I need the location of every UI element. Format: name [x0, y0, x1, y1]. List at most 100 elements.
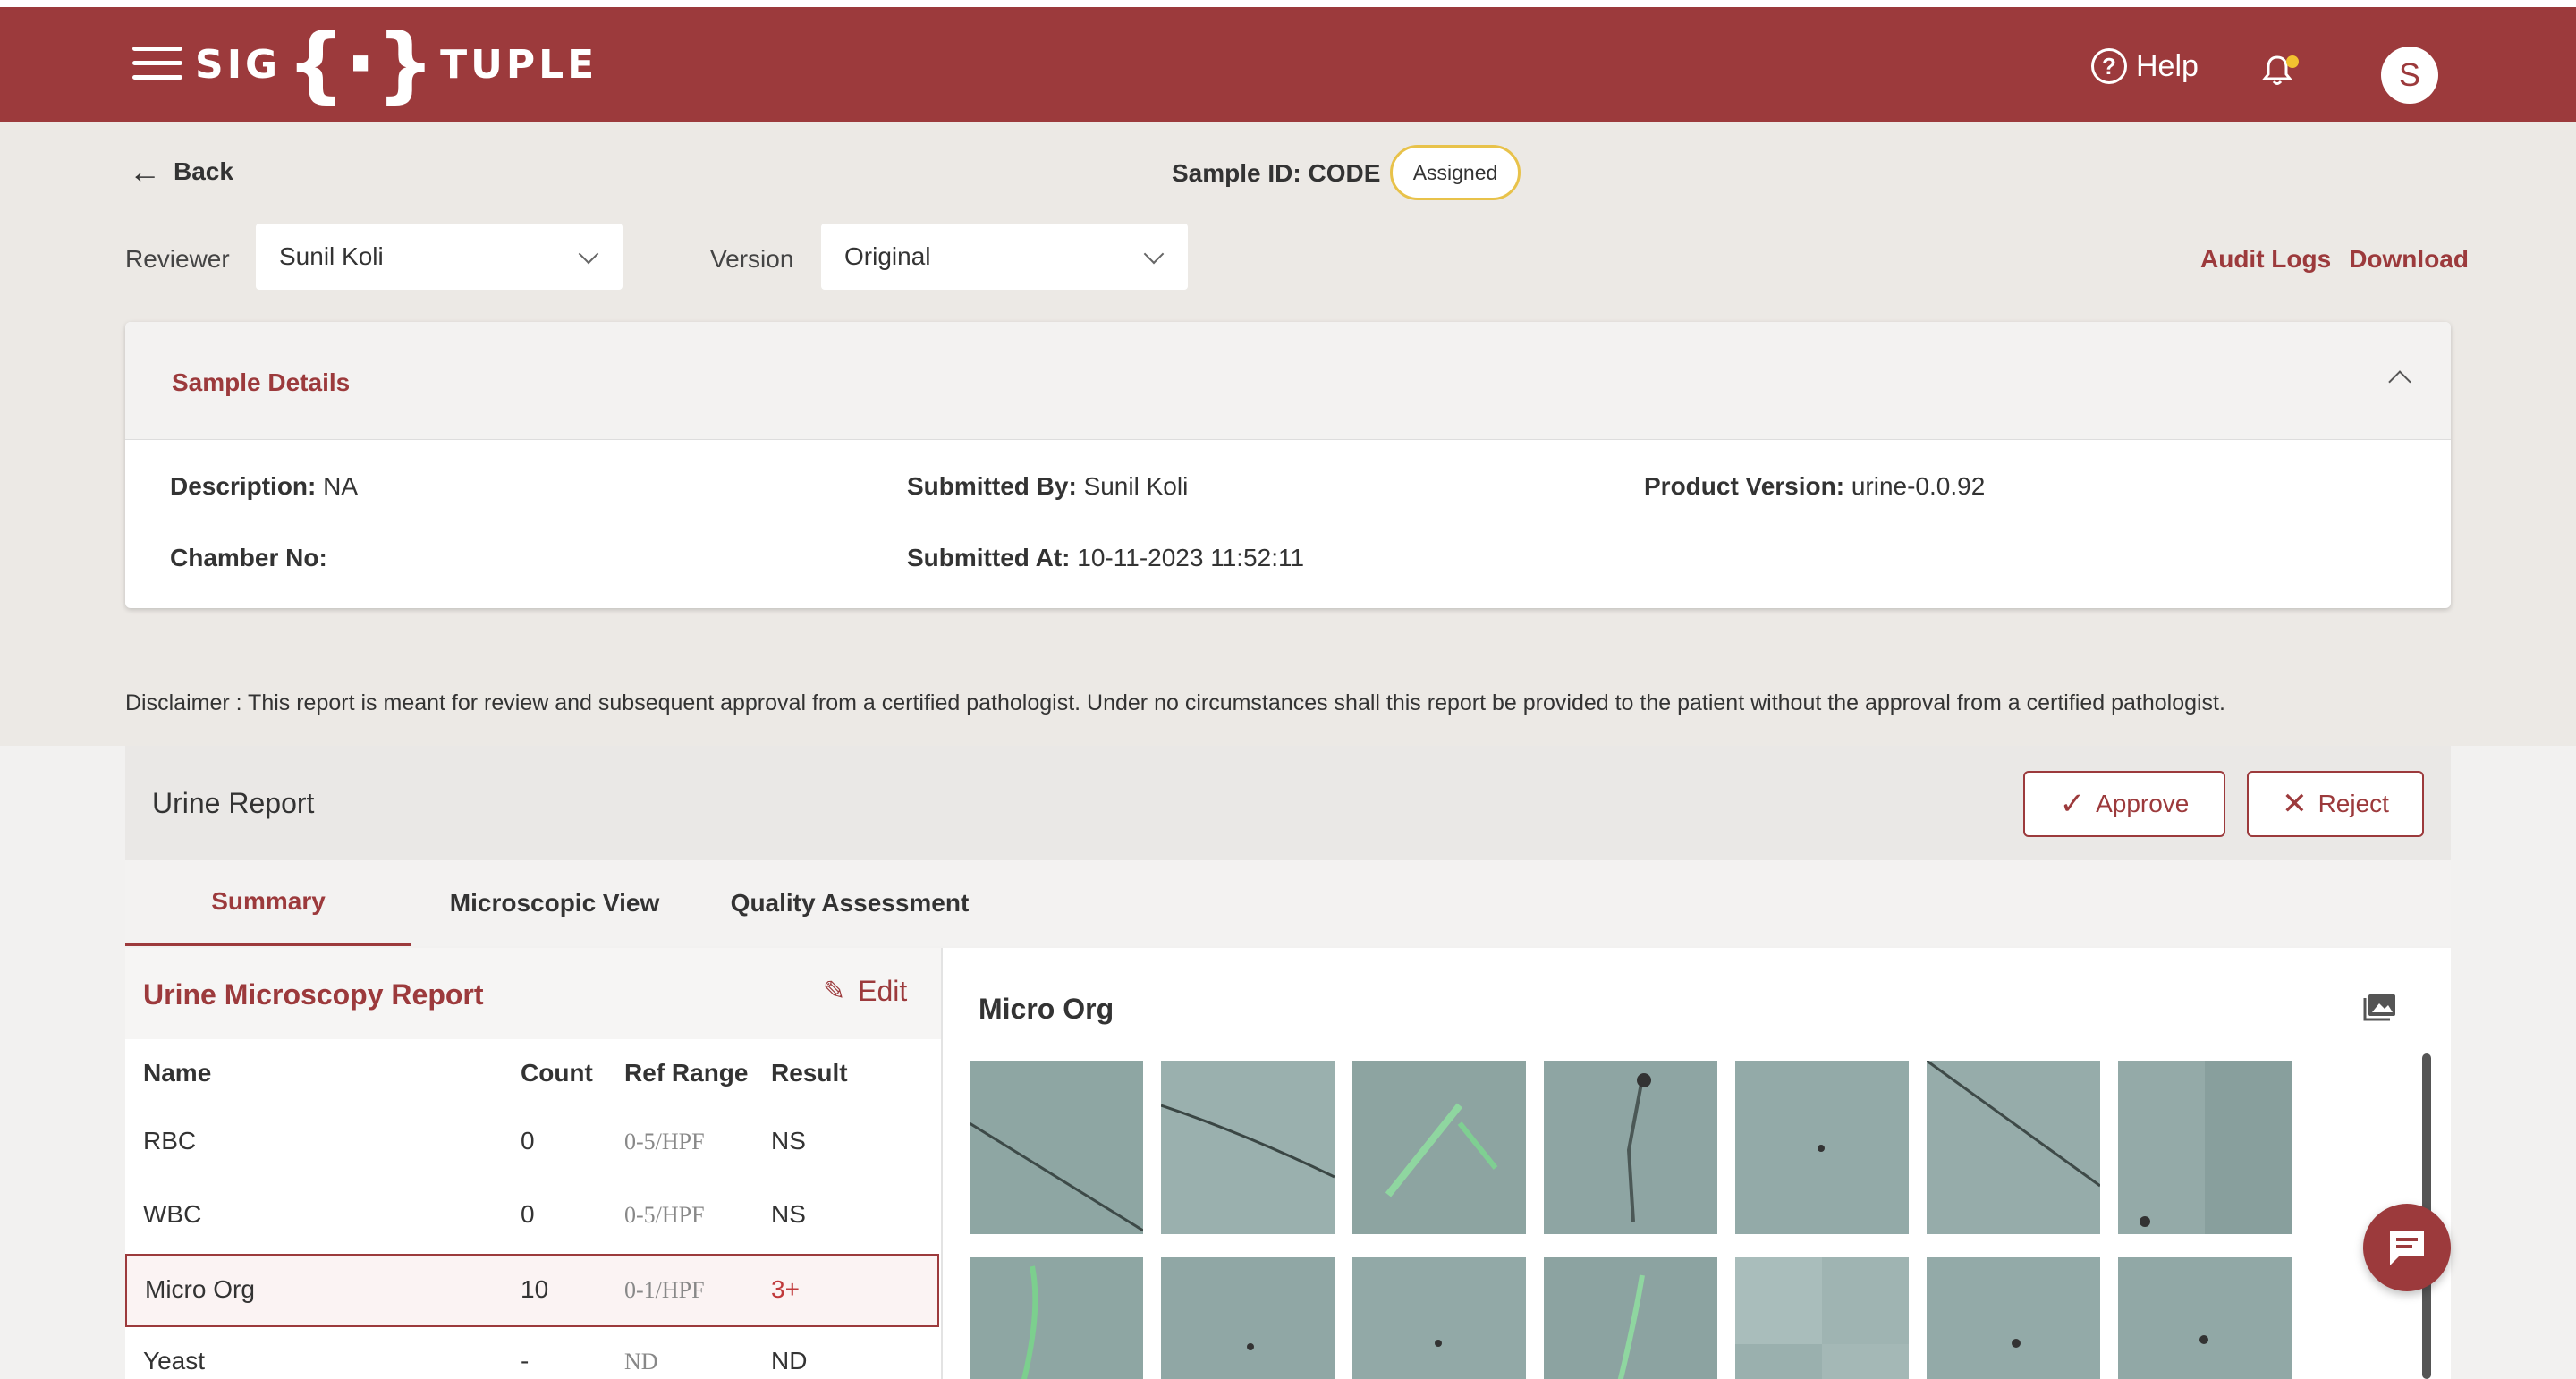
row-count: -	[521, 1347, 530, 1375]
submitted-by-value: Sunil Koli	[1083, 472, 1189, 500]
cell-image-thumbnail[interactable]	[1544, 1257, 1717, 1379]
edit-label: Edit	[858, 975, 908, 1007]
edit-button[interactable]: ✎ Edit	[823, 975, 907, 1008]
table-row-selected[interactable]: Micro Org 10 0-1/HPF 3+	[125, 1254, 939, 1327]
chat-button[interactable]	[2363, 1204, 2451, 1291]
version-value: Original	[844, 242, 931, 270]
menu-icon[interactable]	[132, 47, 182, 82]
row-ref-range: 0-5/HPF	[624, 1202, 705, 1228]
check-icon: ✓	[2059, 787, 2086, 821]
table-row[interactable]: RBC 0 0-5/HPF NS	[125, 1107, 941, 1180]
approve-label: Approve	[2096, 790, 2190, 817]
product-version-label: Product Version:	[1644, 472, 1845, 500]
chevron-down-icon	[1143, 243, 1165, 265]
reject-button[interactable]: ✕ Reject	[2247, 771, 2424, 837]
tab-summary[interactable]: Summary	[125, 860, 411, 946]
image-gallery-icon[interactable]	[2363, 993, 2397, 1021]
gallery-title: Micro Org	[979, 993, 1114, 1025]
description-value: NA	[323, 472, 359, 500]
cell-image-thumbnail[interactable]	[1161, 1061, 1335, 1234]
audit-logs-link[interactable]: Audit Logs	[2200, 245, 2331, 274]
product-version-row: Product Version: urine-0.0.92	[1644, 472, 1985, 501]
submitted-at-label: Submitted At:	[907, 544, 1071, 571]
cell-image-thumbnail[interactable]	[1927, 1257, 2100, 1379]
cell-image-thumbnail[interactable]	[1161, 1257, 1335, 1379]
version-select[interactable]: Original	[821, 224, 1188, 290]
description-label: Description:	[170, 472, 317, 500]
avatar[interactable]: S	[2381, 47, 2438, 104]
back-label: Back	[174, 157, 233, 185]
chevron-down-icon	[578, 243, 599, 265]
brand-left: SIG	[195, 41, 282, 88]
brand-mark-icon: {·}	[286, 16, 436, 112]
cell-image-thumbnail[interactable]	[2118, 1257, 2292, 1379]
cell-image-thumbnail[interactable]	[1735, 1257, 1909, 1379]
product-version-value: urine-0.0.92	[1851, 472, 1986, 500]
close-icon: ✕	[2282, 787, 2308, 821]
navbar: SIG {·} TUPLE ? Help S	[0, 7, 2576, 122]
approve-button[interactable]: ✓ Approve	[2023, 771, 2225, 837]
cell-image-thumbnail[interactable]	[1927, 1061, 2100, 1234]
notification-bell-icon[interactable]	[2259, 52, 2299, 88]
table-row[interactable]: Yeast - ND ND	[125, 1327, 941, 1379]
reviewer-label: Reviewer	[125, 245, 230, 273]
cell-image-thumbnail[interactable]	[1352, 1061, 1526, 1234]
sample-details-title: Sample Details	[172, 368, 351, 396]
tab-microscopic-view[interactable]: Microscopic View	[420, 860, 689, 946]
sample-details-header[interactable]: Sample Details	[125, 322, 2451, 440]
row-ref-range: 0-1/HPF	[624, 1277, 705, 1303]
row-result: 3+	[771, 1275, 800, 1303]
submitted-by-label: Submitted By:	[907, 472, 1077, 500]
help-icon: ?	[2091, 48, 2127, 84]
column-header-name: Name	[143, 1059, 212, 1087]
table-row[interactable]: WBC 0 0-5/HPF NS	[125, 1180, 941, 1254]
cell-image-thumbnail[interactable]	[1544, 1061, 1717, 1234]
tab-quality-assessment[interactable]: Quality Assessment	[707, 860, 993, 946]
row-result: ND	[771, 1347, 808, 1375]
column-header-ref-range: Ref Range	[624, 1059, 749, 1087]
row-ref-range: 0-5/HPF	[624, 1129, 705, 1155]
status-badge: Assigned	[1390, 145, 1521, 200]
version-label: Version	[710, 245, 794, 273]
help-button[interactable]: ? Help	[2091, 48, 2199, 84]
submitted-at-row: Submitted At: 10-11-2023 11:52:11	[907, 544, 1304, 572]
report-title: Urine Report	[152, 787, 315, 819]
chamber-row: Chamber No:	[170, 544, 327, 572]
row-ref-range: ND	[624, 1349, 658, 1375]
row-name: WBC	[143, 1200, 202, 1228]
chat-icon	[2390, 1231, 2424, 1265]
microscopy-report-header: Urine Microscopy Report ✎ Edit	[125, 948, 941, 1039]
reviewer-select[interactable]: Sunil Koli	[256, 224, 623, 290]
row-count: 0	[521, 1127, 535, 1155]
row-name: RBC	[143, 1127, 197, 1155]
microscopy-report-title: Urine Microscopy Report	[143, 978, 484, 1011]
microscopy-report-panel: Urine Microscopy Report ✎ Edit Name Coun…	[125, 948, 943, 1379]
row-result: NS	[771, 1127, 806, 1155]
reject-label: Reject	[2318, 790, 2389, 817]
brand-right: TUPLE	[440, 41, 598, 88]
back-arrow-icon: ←	[129, 153, 161, 190]
column-header-count: Count	[521, 1059, 593, 1087]
notification-dot	[2286, 55, 2299, 68]
top-links: Audit Logs Download	[2200, 245, 2469, 274]
chamber-label: Chamber No:	[170, 544, 327, 571]
row-name: Micro Org	[145, 1275, 255, 1303]
cell-image-thumbnail[interactable]	[970, 1257, 1143, 1379]
report-tabs: Summary Microscopic View Quality Assessm…	[125, 860, 2451, 946]
cell-image-thumbnail[interactable]	[1352, 1257, 1526, 1379]
brand-logo[interactable]: SIG {·} TUPLE	[195, 20, 597, 109]
submitted-by-row: Submitted By: Sunil Koli	[907, 472, 1188, 501]
row-name: Yeast	[143, 1347, 206, 1375]
disclaimer: Disclaimer : This report is meant for re…	[125, 690, 2225, 715]
back-button[interactable]: ← Back	[129, 156, 233, 188]
download-link[interactable]: Download	[2349, 245, 2469, 274]
help-label: Help	[2136, 48, 2199, 83]
cell-image-thumbnail[interactable]	[2118, 1061, 2292, 1234]
submitted-at-value: 10-11-2023 11:52:11	[1077, 544, 1305, 571]
row-count: 0	[521, 1200, 535, 1228]
chevron-up-icon[interactable]	[2388, 370, 2411, 393]
cell-image-thumbnail[interactable]	[1735, 1061, 1909, 1234]
cell-image-thumbnail[interactable]	[970, 1061, 1143, 1234]
row-result: NS	[771, 1200, 806, 1228]
column-header-result: Result	[771, 1059, 848, 1087]
